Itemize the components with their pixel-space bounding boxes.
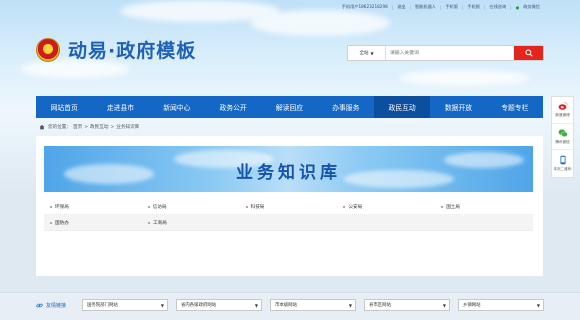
select-label: 市本级网站 [275,303,297,308]
category-row: 环保局 信访局 科技局 公安局 国土局 [44,199,533,215]
knowledge-banner: 业务知识库 [44,146,533,192]
category-label: 工商局 [153,220,167,226]
site-title: 动易·政府模板 [68,40,197,62]
search-input[interactable] [386,46,514,60]
category-item[interactable]: 信访局 [142,204,240,210]
link-icon [36,303,43,308]
wechat-button[interactable]: 腾讯微信 [552,124,573,151]
breadcrumb-current: 业务知识库 [116,125,140,130]
national-emblem-icon [36,37,60,62]
banner-title: 业务知识库 [236,163,341,183]
chevron-down-icon: ▼ [442,302,446,308]
chevron-down-icon: ▼ [348,302,352,308]
chevron-down-icon: ▼ [370,50,374,56]
social-sidebar: 新浪微博 腾讯微信 本页二维码 [551,96,574,178]
category-item[interactable]: 国防办 [44,220,142,226]
category-label: 环保局 [55,204,69,210]
category-label: 科技局 [250,204,265,210]
select-label: 省内各级政府网站 [181,303,217,308]
category-label: 信访局 [152,204,167,210]
chevron-down-icon: ▼ [254,302,258,308]
select-label: 国务院部门网站 [87,303,118,308]
breadcrumb-interaction[interactable]: 政民互动 [90,124,108,130]
divider: | [439,4,442,10]
divider: | [461,4,464,10]
breadcrumb-home[interactable]: 首页 [73,124,82,130]
nav-item-open-data[interactable]: 数据开放 [430,96,486,118]
mobile-version-link[interactable]: 手机版 [445,4,458,10]
nav-item-news[interactable]: 新闻中心 [149,96,205,118]
robot-link[interactable]: 智能机器人 [415,4,436,10]
search-scope-label: 全站 [359,51,369,56]
category-item[interactable]: 公安局 [337,204,435,210]
category-item[interactable]: 环保局 [44,204,142,210]
nav-item-topics[interactable]: 专题专栏 [487,96,543,118]
links-select-county[interactable]: 县市区网站 ▼ [364,299,450,311]
mobile-qrcode-icon [560,155,565,165]
search-icon [524,49,533,57]
select-label: 乡镇网站 [463,303,481,308]
chevron-down-icon: ▼ [536,302,540,308]
divider: | [510,4,512,10]
site-logo[interactable]: 动易·政府模板 [36,36,196,63]
wechat-small-icon: ● [515,4,520,10]
links-select-town[interactable]: 乡镇网站 ▼ [458,299,544,311]
weibo-label: 新浪微博 [555,113,570,118]
friend-links-title: 友情链接 [36,302,66,309]
weibo-button[interactable]: 新浪微博 [552,97,573,124]
category-grid: 环保局 信访局 科技局 公安局 国土局 国防办 工商局 [44,199,533,231]
breadcrumb-prefix: 您的位置： [48,125,71,130]
wechat-label: 腾讯微信 [555,140,570,144]
category-item[interactable]: 国土局 [435,204,533,210]
chevron-down-icon: ▼ [160,302,164,308]
online-consult-link[interactable]: 在线咨询 [489,4,506,10]
user-phone-link[interactable]: 手机用户18623218298 [342,4,388,10]
gov-wechat-link[interactable]: 政务微信 [523,4,540,10]
divider: | [391,4,394,10]
category-label: 公安局 [348,204,363,210]
search-button[interactable] [514,46,543,60]
divider: | [483,4,486,10]
category-item[interactable]: 科技局 [240,204,338,210]
nav-item-gov-affairs[interactable]: 政务公开 [205,96,261,118]
search-scope-select[interactable]: 全站 ▼ [348,46,386,60]
qrcode-label: 本页二维码 [553,167,572,172]
home-icon [39,124,45,130]
nav-item-interpretation[interactable]: 解读回应 [261,96,317,118]
category-label: 国土局 [446,204,460,210]
nav-item-interaction[interactable]: 政民互动 [373,96,431,118]
nav-item-home[interactable]: 网站首页 [36,96,92,118]
friend-links-bar: 友情链接 国务院部门网站 ▼ 省内各级政府网站 ▼ 市本级网站 ▼ 县市区网站 … [0,292,580,320]
top-utility-bar: 手机用户18623218298 | 退出 | 智能机器人 | 手机版 | 手机报… [342,2,540,12]
friend-links-label: 友情链接 [46,303,67,309]
category-row: 国防办 工商局 [44,215,533,231]
wechat-icon [558,129,568,137]
qrcode-button[interactable]: 本页二维码 [552,150,573,177]
links-select-state-council[interactable]: 国务院部门网站 ▼ [82,299,168,311]
nav-item-county[interactable]: 走进县市 [92,96,148,118]
select-label: 县市区网站 [369,303,391,308]
main-nav: 网站首页 走进县市 新闻中心 政务公开 解读回应 办事服务 政民互动 数据开放 … [36,96,543,118]
divider: | [409,4,412,10]
breadcrumb-separator: > [84,124,89,130]
content-panel: 业务知识库 环保局 信访局 科技局 公安局 国土局 国防办 工商局 [36,136,543,276]
links-select-province[interactable]: 省内各级政府网站 ▼ [176,299,262,311]
breadcrumb-separator: > [110,124,115,130]
logout-link[interactable]: 退出 [397,4,405,10]
search-bar: 全站 ▼ [347,45,544,61]
nav-item-services[interactable]: 办事服务 [318,96,374,118]
links-select-city[interactable]: 市本级网站 ▼ [270,299,356,311]
category-label: 国防办 [55,220,69,226]
mobile-paper-link[interactable]: 手机报 [467,4,480,10]
category-item[interactable]: 工商局 [142,220,240,226]
breadcrumb: 您的位置： 首页 > 政民互动 > 业务知识库 [36,120,543,134]
weibo-icon [558,102,568,111]
